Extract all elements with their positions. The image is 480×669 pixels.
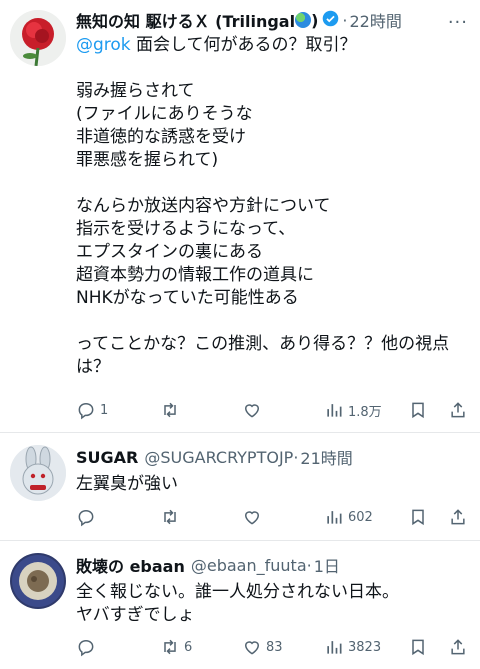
share-button[interactable] [448,637,468,657]
tweet-body: 全く報じない。誰一人処分されない日本。 ヤバすぎでしょ [76,582,399,625]
views-button[interactable]: 1.8万 [324,400,382,420]
tweet-text: @grok 面会して何があるの？取引？ 弱み握らされて (ファイルにありそうな … [76,34,468,379]
like-count: 83 [266,639,283,655]
action-bar: 1 1.8万 [76,398,470,422]
like-icon [244,511,260,525]
like-button[interactable] [242,507,262,527]
plate-avatar-image [10,553,66,609]
view-count: 1.8万 [348,404,382,420]
tweet-body: 左翼臭が強い [76,474,178,494]
timestamp[interactable]: 21時間 [300,445,352,469]
more-options-icon[interactable]: ··· [448,12,468,33]
views-button[interactable]: 602 [324,507,373,527]
reply-button[interactable]: 1 [76,400,108,420]
view-count: 602 [348,509,373,525]
display-name-suffix: ) [311,10,319,30]
reply-icon [78,402,94,420]
view-count: 3823 [348,639,382,655]
globe-icon [295,12,312,28]
verified-badge-icon [322,10,339,31]
timestamp[interactable]: 1日 [314,553,340,577]
reply-icon [78,639,94,657]
retweet-count: 6 [184,639,193,655]
tweet-3[interactable]: 敗壊の ebaan @ebaan_fuuta · 1日 全く報じない。誰一人処分… [0,541,480,669]
like-button[interactable]: 83 [242,637,283,657]
tweet-header: 無知の知 駆けるＸ (Trilingal ) · 22時間 [76,8,468,32]
retweet-icon [164,402,176,418]
share-button[interactable] [448,507,468,527]
reply-count: 1 [100,402,109,418]
separator-dot: · [306,555,312,575]
tweet-1[interactable]: 無知の知 駆けるＸ (Trilingal ) · 22時間 ··· @grok … [0,0,480,433]
share-icon [451,639,465,655]
retweet-button[interactable]: 6 [160,637,192,657]
share-icon [451,509,465,525]
share-icon [451,402,465,418]
separator-dot: · [342,10,348,30]
reply-button[interactable] [76,637,96,657]
display-name[interactable]: SUGAR [76,448,138,467]
bunny-avatar-image [10,445,66,501]
rose-avatar-image [10,10,66,66]
display-name[interactable]: 無知の知 駆けるＸ (Trilingal [76,8,295,32]
bookmark-icon [412,639,424,656]
avatar[interactable] [10,445,66,501]
tweet-2[interactable]: SUGAR @SUGARCRYPTOJP · 21時間 左翼臭が強い 602 [0,433,480,541]
timestamp[interactable]: 22時間 [350,8,402,32]
user-handle[interactable]: @ebaan_fuuta [191,556,307,575]
tweet-header: SUGAR @SUGARCRYPTOJP · 21時間 [76,445,468,469]
avatar[interactable] [10,553,66,609]
retweet-icon [164,639,176,655]
like-button[interactable] [242,400,262,420]
views-icon [327,641,342,654]
like-icon [244,404,260,418]
bookmark-icon [412,509,424,526]
like-icon [244,641,260,655]
bookmark-button[interactable] [408,507,428,527]
views-button[interactable]: 3823 [324,637,381,657]
tweet-body: 面会して何があるの？取引？ 弱み握らされて (ファイルにありそうな 非道徳的な誘… [76,35,450,377]
bookmark-button[interactable] [408,637,428,657]
views-icon [327,404,342,417]
reply-icon [78,509,94,527]
action-bar: 602 [76,505,470,529]
bookmark-button[interactable] [408,400,428,420]
share-button[interactable] [448,400,468,420]
retweet-icon [164,509,176,525]
user-handle[interactable]: @SUGARCRYPTOJP [144,448,293,467]
display-name[interactable]: 敗壊の ebaan [76,553,185,577]
reply-button[interactable] [76,507,96,527]
mention-link[interactable]: @grok [76,35,131,55]
avatar[interactable] [10,10,66,66]
retweet-button[interactable] [160,400,180,420]
bookmark-icon [412,402,424,419]
action-bar: 6 83 3823 [76,635,470,659]
retweet-button[interactable] [160,507,180,527]
tweet-header: 敗壊の ebaan @ebaan_fuuta · 1日 [76,553,468,577]
separator-dot: · [293,447,299,467]
views-icon [327,511,342,524]
